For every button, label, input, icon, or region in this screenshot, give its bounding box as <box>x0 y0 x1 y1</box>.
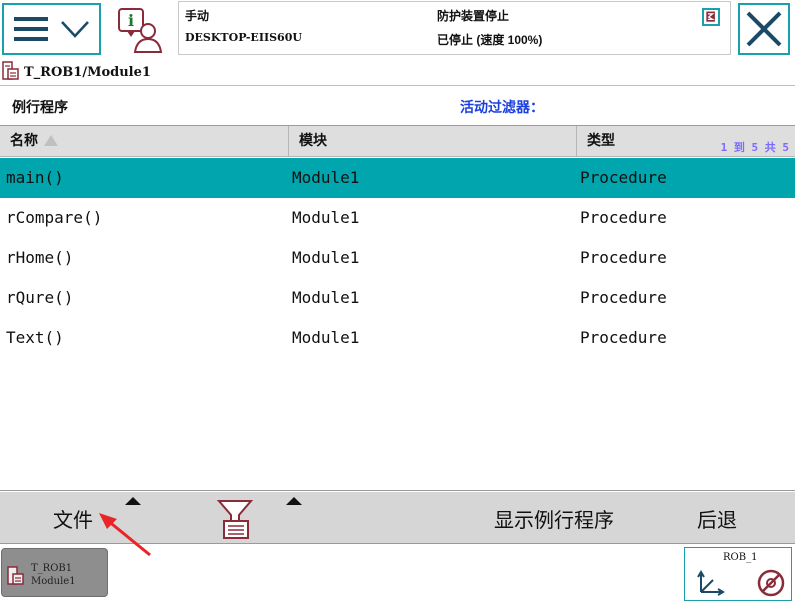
quickset-button[interactable]: ROB_1 <box>684 547 792 601</box>
guard-state: 防护装置停止 <box>437 9 510 23</box>
hamburger-icon <box>13 17 48 41</box>
routine-name-cell: rQure() <box>6 288 74 307</box>
routine-name-cell: main() <box>6 168 64 187</box>
task-window-line2: Module1 <box>31 576 76 587</box>
task-window-button[interactable]: T_ROB1 Module1 <box>1 548 108 597</box>
filter-button[interactable] <box>200 492 340 544</box>
routine-type-cell: Procedure <box>580 248 667 267</box>
task-window-line1: T_ROB1 <box>31 563 73 574</box>
routine-type-cell: Procedure <box>580 208 667 227</box>
close-x-icon <box>746 11 782 47</box>
column-header-type-label: 类型 <box>587 132 615 148</box>
top-bar: i 手动 DESKTOP-EIIS60U 防护装置停止 已停止 (速度 100%… <box>0 0 795 58</box>
breadcrumb: T_ROB1/Module1 <box>0 58 795 86</box>
sort-ascending-icon <box>44 135 58 146</box>
table-row[interactable]: main() Module1 Procedure <box>0 158 795 198</box>
table-row[interactable]: rHome() Module1 Procedure <box>0 238 795 278</box>
program-module-icon <box>7 566 24 585</box>
operating-mode: 手动 <box>185 9 210 23</box>
increment-off-icon <box>757 569 785 597</box>
table-header: 名称 模块 类型 1 到 5 共 5 <box>0 126 795 157</box>
column-header-module-label: 模块 <box>299 132 327 148</box>
routine-module-cell: Module1 <box>292 248 360 267</box>
column-header-type[interactable]: 类型 1 到 5 共 5 <box>577 126 795 157</box>
caret-up-icon <box>286 497 302 505</box>
back-label: 后退 <box>697 510 737 532</box>
page-title: 例行程序 <box>12 99 68 115</box>
table-row[interactable]: rCompare() Module1 Procedure <box>0 198 795 238</box>
show-routine-button[interactable]: 显示例行程序 <box>460 492 660 544</box>
routine-table: 名称 模块 类型 1 到 5 共 5 main() Module1 Procedu… <box>0 125 795 491</box>
routine-name-cell: Text() <box>6 328 64 347</box>
filter-funnel-icon <box>216 500 254 539</box>
routine-module-cell: Module1 <box>292 288 360 307</box>
svg-text:i: i <box>128 11 134 30</box>
annotation-arrow-icon <box>99 513 151 557</box>
column-header-name[interactable]: 名称 <box>0 126 289 157</box>
active-filter-label: 活动过滤器： <box>460 99 544 115</box>
routine-module-cell: Module1 <box>292 168 360 187</box>
section-header: 例行程序 活动过滤器： <box>0 87 795 125</box>
back-button[interactable]: 后退 <box>660 492 795 544</box>
routine-name-cell: rHome() <box>6 248 74 267</box>
routine-module-cell: Module1 <box>292 328 360 347</box>
routine-type-cell: Procedure <box>580 328 667 347</box>
routine-module-cell: Module1 <box>292 208 360 227</box>
routine-name-cell: rCompare() <box>6 208 103 227</box>
main-menu-button[interactable] <box>2 3 101 55</box>
status-panel[interactable]: 手动 DESKTOP-EIIS60U 防护装置停止 已停止 (速度 100%) <box>178 1 731 55</box>
table-row[interactable]: Text() Module1 Procedure <box>0 318 795 358</box>
column-header-name-label: 名称 <box>10 132 38 148</box>
table-row[interactable]: rQure() Module1 Procedure <box>0 278 795 318</box>
file-menu-label: 文件 <box>53 510 93 532</box>
column-header-module[interactable]: 模块 <box>289 126 577 157</box>
close-button[interactable] <box>738 3 790 55</box>
speed-state: 已停止 (速度 100%) <box>437 33 543 47</box>
controller-name: DESKTOP-EIIS60U <box>185 31 302 44</box>
routine-type-cell: Procedure <box>580 288 667 307</box>
breadcrumb-path: T_ROB1/Module1 <box>24 65 151 80</box>
routine-type-cell: Procedure <box>580 168 667 187</box>
mechanical-unit-label: ROB_1 <box>723 552 758 563</box>
operator-info-icon[interactable]: i <box>115 6 165 54</box>
caret-up-icon <box>125 497 141 505</box>
chevron-down-icon <box>60 21 89 38</box>
jog-axes-icon <box>697 570 725 596</box>
status-flag-icon <box>702 8 720 26</box>
program-module-icon <box>2 61 19 80</box>
table-body: main() Module1 Procedure rCompare() Modu… <box>0 158 795 358</box>
show-routine-label: 显示例行程序 <box>494 510 614 532</box>
